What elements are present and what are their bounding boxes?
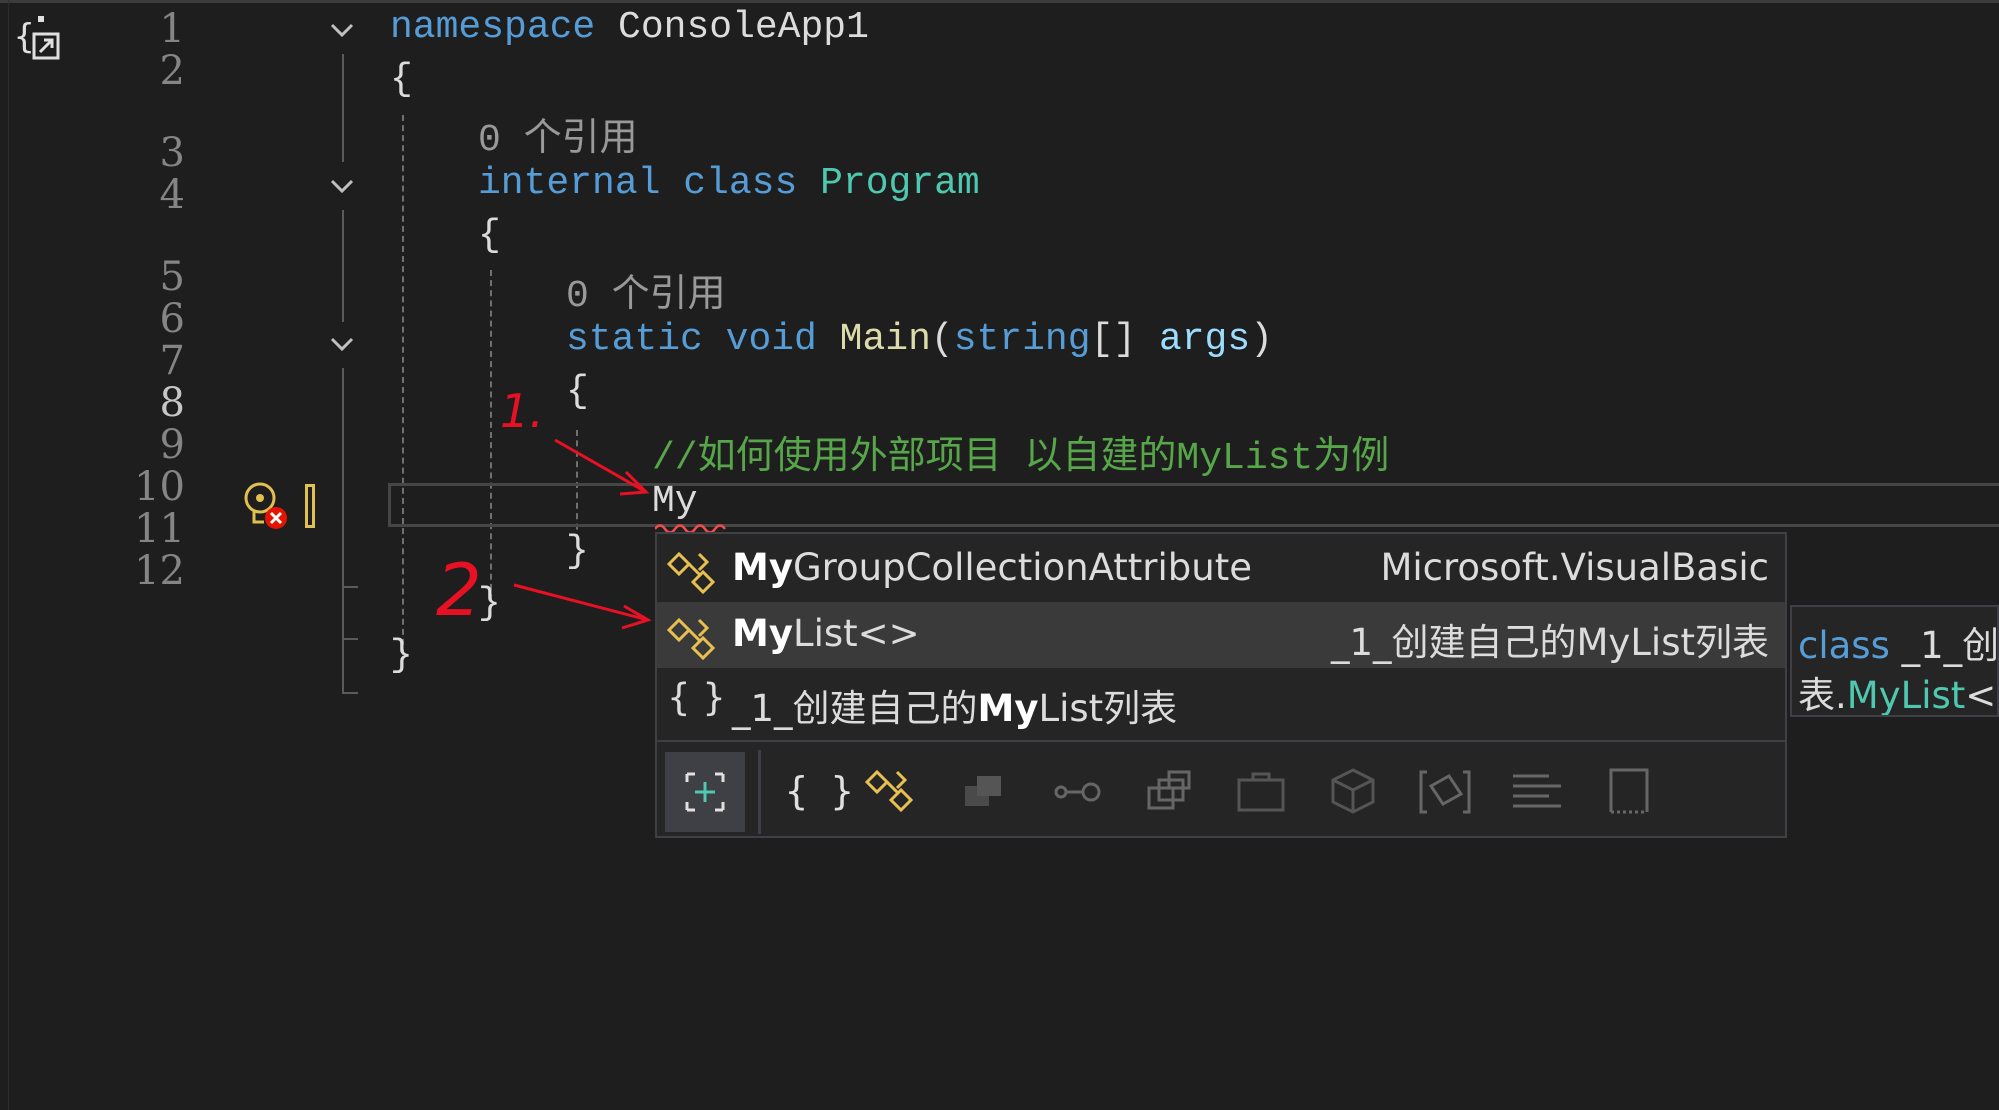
completion-item[interactable]: MyGroupCollectionAttribute Microsoft.Vis… <box>657 536 1785 602</box>
completion-item-selected[interactable]: MyList<> _1_创建自己的MyList列表 <box>657 602 1785 668</box>
tooltip-line-2: 表.MyList< <box>1798 665 1997 717</box>
class-icon <box>666 617 716 661</box>
tooltip-text: _1_创 <box>1889 624 1999 667</box>
separator <box>758 750 761 834</box>
item-name: List列表 <box>1038 687 1178 730</box>
module-filter-icon[interactable] <box>1313 752 1393 832</box>
interface-filter-icon[interactable] <box>1037 752 1117 832</box>
match-text: My <box>977 687 1039 730</box>
match-text: My <box>732 612 793 655</box>
class-icon <box>666 551 716 595</box>
namespace-icon: { } <box>667 676 726 719</box>
namespace-filter-icon[interactable]: { } <box>773 752 854 832</box>
expand-icon[interactable] <box>665 752 745 832</box>
item-name: GroupCollectionAttribute <box>792 546 1252 589</box>
event-filter-icon[interactable] <box>1497 752 1577 832</box>
completion-item[interactable]: { } _1_创建自己的MyList列表 <box>657 668 1785 734</box>
keyword: class <box>1798 624 1890 667</box>
type-name: MyList <box>1846 674 1966 717</box>
annotation-label-2: 2 <box>436 548 482 632</box>
method-filter-icon[interactable] <box>1129 752 1209 832</box>
snippet-filter-icon[interactable] <box>1589 752 1669 832</box>
svg-text:{ }: { } <box>785 769 853 813</box>
item-name: List<> <box>792 612 920 655</box>
tooltip-text: < <box>1965 674 1997 717</box>
filter-toolbar: { } <box>657 740 1785 838</box>
tooltip-line-1: class _1_创 <box>1798 615 1999 669</box>
item-namespace: Microsoft.VisualBasic <box>1380 546 1769 589</box>
struct-filter-icon[interactable] <box>945 752 1025 832</box>
annotation-label-1: 1. <box>500 384 544 438</box>
property-filter-icon[interactable] <box>1221 752 1301 832</box>
item-namespace: _1_创建自己的MyList列表 <box>1330 621 1769 664</box>
class-filter-icon[interactable] <box>853 752 933 832</box>
field-filter-icon[interactable] <box>1405 752 1485 832</box>
item-prefix: _1_创建自己的 <box>732 687 978 730</box>
match-text: My <box>732 546 793 589</box>
tooltip-text: 表. <box>1798 674 1847 717</box>
intellisense-popup[interactable]: MyGroupCollectionAttribute Microsoft.Vis… <box>655 532 1787 838</box>
quick-info-tooltip: class _1_创 表.MyList< <box>1790 605 1999 717</box>
